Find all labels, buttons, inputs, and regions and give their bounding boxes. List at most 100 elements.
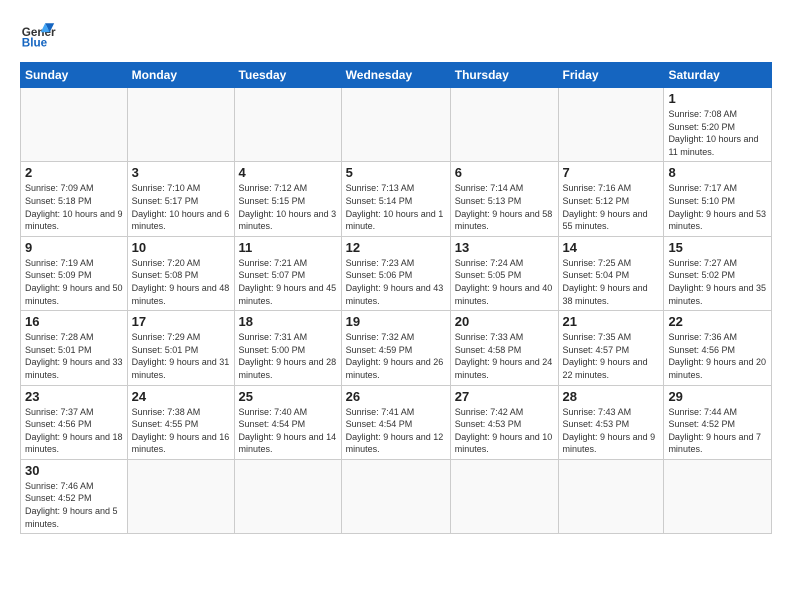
day-info: Sunrise: 7:14 AM Sunset: 5:13 PM Dayligh… xyxy=(455,182,554,232)
day-number: 12 xyxy=(346,240,446,255)
day-number: 29 xyxy=(668,389,767,404)
calendar-day-cell: 7Sunrise: 7:16 AM Sunset: 5:12 PM Daylig… xyxy=(558,162,664,236)
calendar-day-cell xyxy=(450,88,558,162)
day-info: Sunrise: 7:27 AM Sunset: 5:02 PM Dayligh… xyxy=(668,257,767,307)
day-info: Sunrise: 7:25 AM Sunset: 5:04 PM Dayligh… xyxy=(563,257,660,307)
calendar-day-cell: 1 Sunrise: 7:08 AM Sunset: 5:20 PM Daylig… xyxy=(664,88,772,162)
day-number: 15 xyxy=(668,240,767,255)
calendar-day-cell: 12 Sunrise: 7:23 AM Sunset: 5:06 PM Dayli… xyxy=(341,236,450,310)
logo: General Blue xyxy=(20,16,56,52)
calendar-day-cell: 13Sunrise: 7:24 AM Sunset: 5:05 PM Dayli… xyxy=(450,236,558,310)
calendar-day-cell xyxy=(21,88,128,162)
day-number: 9 xyxy=(25,240,123,255)
weekday-header-friday: Friday xyxy=(558,63,664,88)
day-info: Sunrise: 7:12 AM Sunset: 5:15 PM Dayligh… xyxy=(239,182,337,232)
day-info: Sunrise: 7:31 AM Sunset: 5:00 PM Dayligh… xyxy=(239,331,337,381)
day-number: 17 xyxy=(132,314,230,329)
day-info: Sunrise: 7:41 AM Sunset: 4:54 PM Dayligh… xyxy=(346,406,446,456)
day-info: Sunrise: 7:19 AM Sunset: 5:09 PM Dayligh… xyxy=(25,257,123,307)
calendar-day-cell: 23 Sunrise: 7:37 AM Sunset: 4:56 PM Dayli… xyxy=(21,385,128,459)
calendar-day-cell: 24Sunrise: 7:38 AM Sunset: 4:55 PM Dayli… xyxy=(127,385,234,459)
day-number: 14 xyxy=(563,240,660,255)
weekday-header-monday: Monday xyxy=(127,63,234,88)
calendar-day-cell xyxy=(341,459,450,533)
day-number: 26 xyxy=(346,389,446,404)
calendar-day-cell: 30 Sunrise: 7:46 AM Sunset: 4:52 PM Dayli… xyxy=(21,459,128,533)
day-number: 16 xyxy=(25,314,123,329)
day-info: Sunrise: 7:23 AM Sunset: 5:06 PM Dayligh… xyxy=(346,257,446,307)
day-info: Sunrise: 7:17 AM Sunset: 5:10 PM Dayligh… xyxy=(668,182,767,232)
calendar-day-cell: 4 Sunrise: 7:12 AM Sunset: 5:15 PM Daylig… xyxy=(234,162,341,236)
calendar-week-2: 2Sunrise: 7:09 AM Sunset: 5:18 PM Daylig… xyxy=(21,162,772,236)
calendar-day-cell: 9 Sunrise: 7:19 AM Sunset: 5:09 PM Daylig… xyxy=(21,236,128,310)
calendar-day-cell: 11 Sunrise: 7:21 AM Sunset: 5:07 PM Dayli… xyxy=(234,236,341,310)
calendar-day-cell: 20Sunrise: 7:33 AM Sunset: 4:58 PM Dayli… xyxy=(450,311,558,385)
calendar-day-cell: 6 Sunrise: 7:14 AM Sunset: 5:13 PM Daylig… xyxy=(450,162,558,236)
calendar-day-cell: 14 Sunrise: 7:25 AM Sunset: 5:04 PM Dayli… xyxy=(558,236,664,310)
calendar-day-cell xyxy=(127,88,234,162)
day-number: 11 xyxy=(239,240,337,255)
calendar-day-cell: 10 Sunrise: 7:20 AM Sunset: 5:08 PM Dayli… xyxy=(127,236,234,310)
calendar-day-cell: 5 Sunrise: 7:13 AM Sunset: 5:14 PM Daylig… xyxy=(341,162,450,236)
svg-text:Blue: Blue xyxy=(22,37,48,50)
calendar-day-cell: 21 Sunrise: 7:35 AM Sunset: 4:57 PM Dayli… xyxy=(558,311,664,385)
calendar-day-cell xyxy=(664,459,772,533)
day-info: Sunrise: 7:32 AM Sunset: 4:59 PM Dayligh… xyxy=(346,331,446,381)
day-info: Sunrise: 7:35 AM Sunset: 4:57 PM Dayligh… xyxy=(563,331,660,381)
calendar-day-cell: 8 Sunrise: 7:17 AM Sunset: 5:10 PM Daylig… xyxy=(664,162,772,236)
day-number: 23 xyxy=(25,389,123,404)
day-number: 5 xyxy=(346,165,446,180)
day-number: 7 xyxy=(563,165,660,180)
day-number: 4 xyxy=(239,165,337,180)
calendar-table: SundayMondayTuesdayWednesdayThursdayFrid… xyxy=(20,62,772,534)
calendar-day-cell: 26 Sunrise: 7:41 AM Sunset: 4:54 PM Dayli… xyxy=(341,385,450,459)
calendar-day-cell xyxy=(341,88,450,162)
calendar-day-cell xyxy=(127,459,234,533)
calendar-day-cell xyxy=(450,459,558,533)
weekday-header-sunday: Sunday xyxy=(21,63,128,88)
day-number: 3 xyxy=(132,165,230,180)
day-info: Sunrise: 7:44 AM Sunset: 4:52 PM Dayligh… xyxy=(668,406,767,456)
calendar-day-cell: 27Sunrise: 7:42 AM Sunset: 4:53 PM Dayli… xyxy=(450,385,558,459)
day-info: Sunrise: 7:40 AM Sunset: 4:54 PM Dayligh… xyxy=(239,406,337,456)
day-info: Sunrise: 7:21 AM Sunset: 5:07 PM Dayligh… xyxy=(239,257,337,307)
calendar-day-cell: 25 Sunrise: 7:40 AM Sunset: 4:54 PM Dayli… xyxy=(234,385,341,459)
calendar-day-cell xyxy=(234,88,341,162)
calendar-day-cell: 17 Sunrise: 7:29 AM Sunset: 5:01 PM Dayli… xyxy=(127,311,234,385)
calendar-week-4: 16Sunrise: 7:28 AM Sunset: 5:01 PM Dayli… xyxy=(21,311,772,385)
calendar-day-cell: 15 Sunrise: 7:27 AM Sunset: 5:02 PM Dayli… xyxy=(664,236,772,310)
day-number: 19 xyxy=(346,314,446,329)
weekday-header-tuesday: Tuesday xyxy=(234,63,341,88)
calendar-week-1: 1 Sunrise: 7:08 AM Sunset: 5:20 PM Daylig… xyxy=(21,88,772,162)
day-info: Sunrise: 7:38 AM Sunset: 4:55 PM Dayligh… xyxy=(132,406,230,456)
day-info: Sunrise: 7:36 AM Sunset: 4:56 PM Dayligh… xyxy=(668,331,767,381)
day-number: 1 xyxy=(668,91,767,106)
day-info: Sunrise: 7:13 AM Sunset: 5:14 PM Dayligh… xyxy=(346,182,446,232)
day-info: Sunrise: 7:43 AM Sunset: 4:53 PM Dayligh… xyxy=(563,406,660,456)
day-number: 21 xyxy=(563,314,660,329)
day-number: 25 xyxy=(239,389,337,404)
day-info: Sunrise: 7:09 AM Sunset: 5:18 PM Dayligh… xyxy=(25,182,123,232)
calendar-day-cell xyxy=(558,459,664,533)
weekday-header-thursday: Thursday xyxy=(450,63,558,88)
calendar-day-cell xyxy=(234,459,341,533)
day-info: Sunrise: 7:29 AM Sunset: 5:01 PM Dayligh… xyxy=(132,331,230,381)
calendar-week-6: 30 Sunrise: 7:46 AM Sunset: 4:52 PM Dayli… xyxy=(21,459,772,533)
day-info: Sunrise: 7:20 AM Sunset: 5:08 PM Dayligh… xyxy=(132,257,230,307)
day-number: 30 xyxy=(25,463,123,478)
day-number: 8 xyxy=(668,165,767,180)
calendar-week-3: 9 Sunrise: 7:19 AM Sunset: 5:09 PM Daylig… xyxy=(21,236,772,310)
calendar-day-cell: 2Sunrise: 7:09 AM Sunset: 5:18 PM Daylig… xyxy=(21,162,128,236)
day-number: 10 xyxy=(132,240,230,255)
day-info: Sunrise: 7:46 AM Sunset: 4:52 PM Dayligh… xyxy=(25,480,123,530)
logo-icon: General Blue xyxy=(20,16,56,52)
day-number: 13 xyxy=(455,240,554,255)
calendar-day-cell: 18Sunrise: 7:31 AM Sunset: 5:00 PM Dayli… xyxy=(234,311,341,385)
day-number: 6 xyxy=(455,165,554,180)
day-info: Sunrise: 7:08 AM Sunset: 5:20 PM Dayligh… xyxy=(668,108,767,158)
day-info: Sunrise: 7:37 AM Sunset: 4:56 PM Dayligh… xyxy=(25,406,123,456)
page-header: General Blue xyxy=(20,16,772,52)
weekday-header-wednesday: Wednesday xyxy=(341,63,450,88)
calendar-day-cell xyxy=(558,88,664,162)
calendar-day-cell: 28Sunrise: 7:43 AM Sunset: 4:53 PM Dayli… xyxy=(558,385,664,459)
